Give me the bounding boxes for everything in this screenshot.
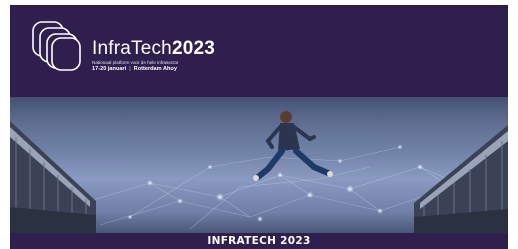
hero-image — [10, 97, 508, 233]
event-venue: Rotterdam Ahoy — [133, 66, 177, 72]
banner-header: InfraTech2023 Nationaal platform voor de… — [10, 5, 508, 97]
brand-name: InfraTech2023 — [92, 39, 215, 59]
hero-illustration — [10, 97, 508, 233]
brand-block: InfraTech2023 Nationaal platform voor de… — [92, 39, 215, 73]
dates-separator: | — [129, 66, 131, 72]
event-dates: 17-20 januari — [92, 66, 127, 72]
event-dates-venue: 17-20 januari | Rotterdam Ahoy — [92, 66, 215, 73]
infratech-logo-icon — [32, 21, 81, 71]
banner-caption: INFRATECH 2023 — [10, 233, 508, 249]
event-banner[interactable]: InfraTech2023 Nationaal platform voor de… — [10, 5, 508, 249]
brand-year: 2023 — [171, 38, 216, 59]
brand-name-light: InfraTech — [92, 38, 172, 59]
